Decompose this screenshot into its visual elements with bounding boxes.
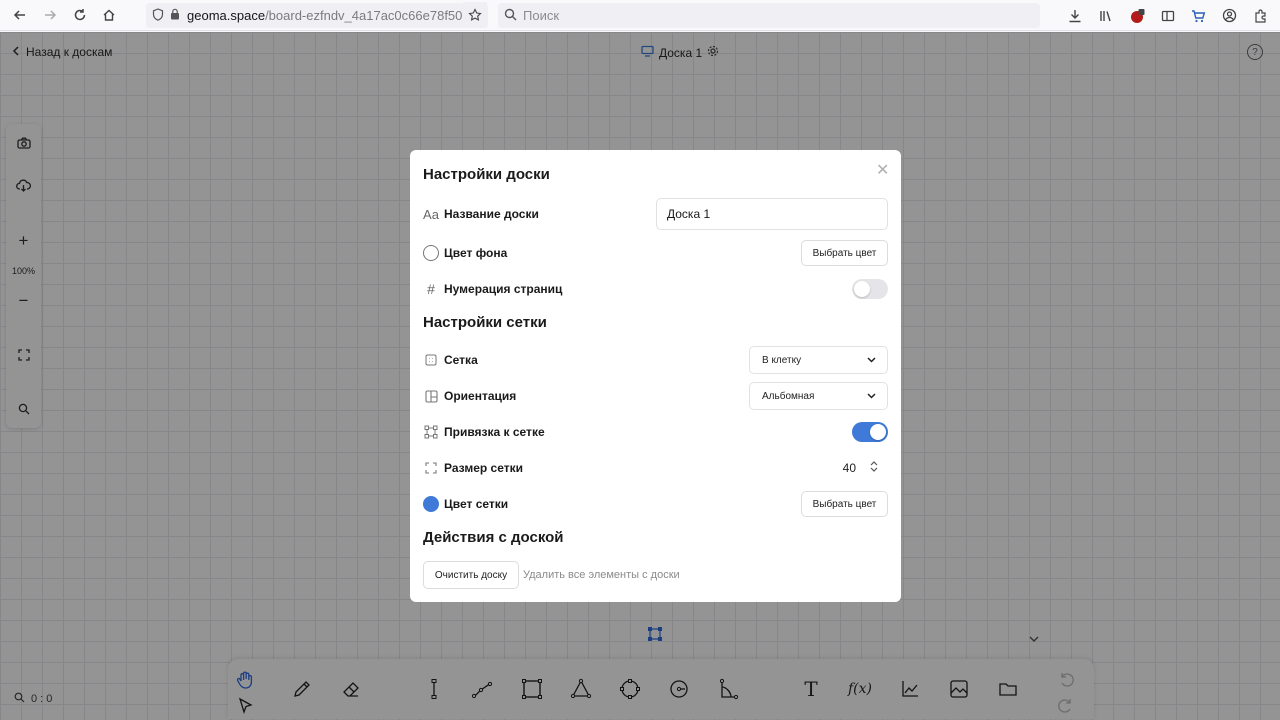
- chevron-down-icon: [866, 354, 877, 368]
- page-numbering-label: Нумерация страниц: [444, 282, 563, 296]
- modal-title: Настройки доски: [423, 166, 550, 183]
- grid-size-icon: [423, 460, 439, 476]
- snap-icon: [423, 424, 439, 440]
- orientation-label: Ориентация: [444, 389, 517, 403]
- clear-board-button[interactable]: Очистить доску: [423, 561, 519, 589]
- orientation-icon: [423, 388, 439, 404]
- forward-arrow-icon[interactable]: [36, 1, 64, 29]
- grid-type-value: В клетку: [762, 354, 802, 366]
- stepper-arrows-icon[interactable]: [870, 460, 878, 476]
- grid-size-stepper[interactable]: 40: [843, 460, 878, 476]
- grid-color-row: Цвет сетки Выбрать цвет: [423, 490, 888, 518]
- grid-size-value: 40: [842, 461, 856, 475]
- grid-type-label: Сетка: [444, 353, 478, 367]
- lock-icon: [170, 8, 180, 23]
- orientation-select[interactable]: Альбомная: [749, 382, 888, 410]
- board-actions-title: Действия с доской: [423, 529, 564, 546]
- library-icon[interactable]: [1092, 3, 1119, 28]
- snap-to-grid-row: Привязка к сетке: [423, 418, 888, 446]
- grid-color-swatch-icon[interactable]: [423, 496, 439, 512]
- download-icon[interactable]: [1061, 3, 1088, 28]
- home-icon[interactable]: [95, 1, 123, 29]
- page-numbering-row: # Нумерация страниц: [423, 275, 888, 303]
- board-name-row: Aa Название доски Доска 1: [423, 198, 888, 230]
- extensions-puzzle-icon[interactable]: [1247, 3, 1274, 28]
- page-numbering-toggle[interactable]: [852, 279, 888, 299]
- background-color-row: Цвет фона Выбрать цвет: [423, 239, 888, 267]
- account-icon[interactable]: [1216, 3, 1243, 28]
- grid-settings-title: Настройки сетки: [423, 314, 547, 331]
- sidebar-icon[interactable]: [1154, 3, 1181, 28]
- grid-size-label: Размер сетки: [444, 461, 523, 475]
- snap-to-grid-label: Привязка к сетке: [444, 425, 545, 439]
- url-host: geoma.space: [187, 8, 266, 23]
- chevron-down-icon: [866, 390, 877, 404]
- browser-extension-tools: [1061, 3, 1274, 28]
- snap-to-grid-toggle[interactable]: [852, 422, 888, 442]
- search-icon: [504, 8, 517, 24]
- back-arrow-icon[interactable]: [6, 1, 34, 29]
- grid-color-label: Цвет сетки: [444, 497, 509, 511]
- background-color-swatch-icon[interactable]: [423, 245, 439, 261]
- address-bar[interactable]: geoma.space/board-ezfndv_4a17ac0c66e78f5…: [146, 3, 488, 28]
- background-color-label: Цвет фона: [444, 246, 508, 260]
- extension-badge-icon[interactable]: [1123, 3, 1150, 28]
- browser-search-input[interactable]: Поиск: [498, 3, 1040, 28]
- orientation-value: Альбомная: [762, 390, 815, 402]
- search-placeholder: Поиск: [523, 8, 560, 23]
- grid-size-row: Размер сетки 40: [423, 454, 888, 482]
- url-path: /board-ezfndv_4a17ac0c66e78f507fc91: [265, 8, 488, 23]
- grid-icon: [423, 352, 439, 368]
- board-name-input[interactable]: Доска 1: [656, 198, 888, 230]
- orientation-row: Ориентация Альбомная: [423, 382, 888, 410]
- close-icon[interactable]: ✕: [876, 160, 889, 180]
- clear-board-description: Удалить все элементы с доски: [523, 569, 680, 581]
- hash-icon: #: [427, 281, 435, 297]
- bookmark-star-icon[interactable]: [463, 2, 487, 28]
- grid-type-select[interactable]: В клетку: [749, 346, 888, 374]
- text-size-icon: Aa: [423, 206, 439, 222]
- grid-type-row: Сетка В клетку: [423, 346, 888, 374]
- shield-icon: [152, 7, 164, 24]
- board-name-label: Название доски: [444, 207, 539, 221]
- cart-icon[interactable]: [1185, 3, 1212, 28]
- reload-icon[interactable]: [66, 1, 94, 29]
- board-settings-modal: ✕ Настройки доски Aa Название доски Доск…: [410, 150, 901, 602]
- choose-background-color-button[interactable]: Выбрать цвет: [801, 240, 888, 266]
- choose-grid-color-button[interactable]: Выбрать цвет: [801, 491, 888, 517]
- browser-toolbar: geoma.space/board-ezfndv_4a17ac0c66e78f5…: [0, 0, 1280, 31]
